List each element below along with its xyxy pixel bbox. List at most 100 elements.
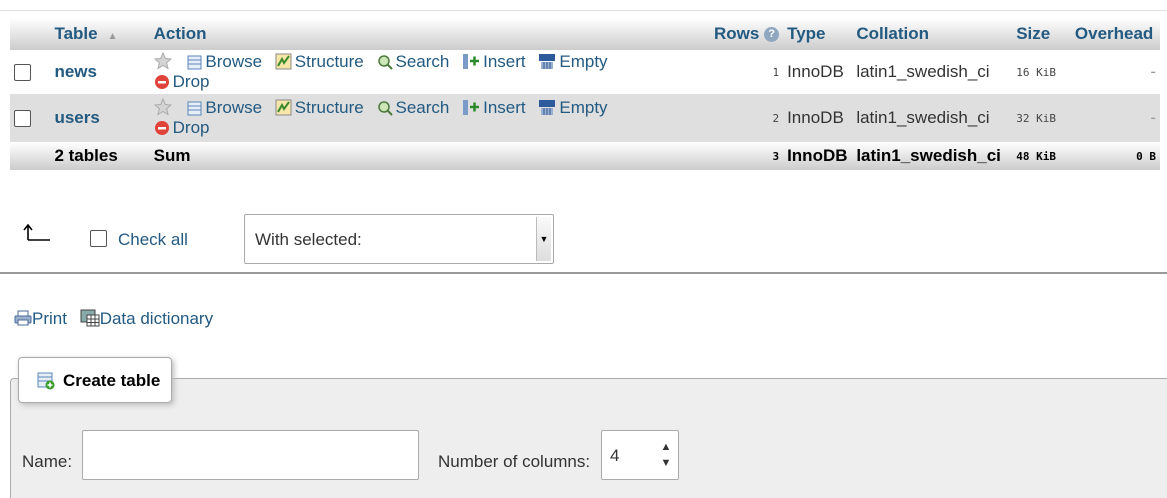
engine-type: InnoDB xyxy=(783,50,853,94)
structure-label[interactable]: Structure xyxy=(295,98,364,117)
header-type[interactable]: Type xyxy=(783,18,853,50)
summary-type: InnoDB xyxy=(783,142,853,170)
structure-action[interactable]: Structure xyxy=(275,98,364,117)
table-name-input[interactable] xyxy=(82,430,419,480)
data-dictionary-link[interactable]: Data dictionary xyxy=(80,309,213,328)
row-checkbox-cell xyxy=(10,94,51,142)
insert-action[interactable]: Insert xyxy=(462,98,526,117)
stepper-arrows[interactable]: ▲ ▼ xyxy=(658,431,674,479)
print-link[interactable]: Print xyxy=(14,309,72,328)
data-dictionary-label[interactable]: Data dictionary xyxy=(100,309,213,328)
data-dictionary-icon xyxy=(80,309,100,327)
row-checkbox-cell xyxy=(10,50,51,94)
chevron-down-icon[interactable]: ▼ xyxy=(536,217,551,261)
table-header-row: Table ▲ Action Rows ? Type Collation Size… xyxy=(10,18,1160,50)
collation: latin1_swedish_ci xyxy=(852,94,1013,142)
table-size[interactable]: 16 KiB xyxy=(1012,50,1071,94)
summary-label: Sum xyxy=(149,142,684,170)
overhead: - xyxy=(1070,94,1160,142)
insert-label[interactable]: Insert xyxy=(483,52,526,71)
sort-asc-icon[interactable]: ▲ xyxy=(108,31,118,42)
summary-row: 2 tables Sum 3 InnoDB latin1_swedish_ci … xyxy=(10,142,1160,170)
header-rows[interactable]: Rows ? xyxy=(683,18,784,50)
drop-action[interactable]: Drop xyxy=(154,118,210,137)
drop-icon xyxy=(154,75,169,89)
create-table-title: Create table xyxy=(63,371,161,390)
header-checkbox-col xyxy=(10,18,51,50)
summary-size: 48 KiB xyxy=(1012,142,1071,170)
drop-label[interactable]: Drop xyxy=(173,72,210,91)
search-label[interactable]: Search xyxy=(396,98,450,117)
search-icon xyxy=(377,55,393,70)
print-label[interactable]: Print xyxy=(32,309,67,328)
section-divider xyxy=(0,272,1167,274)
check-all-label[interactable]: Check all xyxy=(118,230,188,250)
browse-label[interactable]: Browse xyxy=(205,98,262,117)
stepper-down-icon[interactable]: ▼ xyxy=(658,457,674,469)
table-name-link[interactable]: users xyxy=(50,94,150,142)
summary-rows: 3 xyxy=(683,142,784,170)
insert-label[interactable]: Insert xyxy=(483,98,526,117)
engine-type: InnoDB xyxy=(783,94,853,142)
structure-action[interactable]: Structure xyxy=(275,52,364,71)
check-all-checkbox[interactable] xyxy=(90,230,107,247)
row-checkbox[interactable] xyxy=(14,110,31,128)
insert-icon xyxy=(463,54,480,69)
tables-list: Table ▲ Action Rows ? Type Collation Size… xyxy=(10,18,1160,170)
empty-action[interactable]: Empty xyxy=(538,98,608,117)
table-size[interactable]: 32 KiB xyxy=(1012,94,1071,142)
arrow-up-left-icon xyxy=(23,223,50,241)
table-name-link[interactable]: news xyxy=(50,50,150,94)
bulk-actions-row: Check all With selected: ▼ xyxy=(18,214,1167,268)
collation: latin1_swedish_ci xyxy=(852,50,1013,94)
drop-label[interactable]: Drop xyxy=(173,118,210,137)
table-row: users Browse Structure Search Insert Emp… xyxy=(10,94,1160,142)
name-label: Name: xyxy=(22,452,73,471)
summary-collation: latin1_swedish_ci xyxy=(852,142,1013,170)
search-label[interactable]: Search xyxy=(396,52,450,71)
insert-icon xyxy=(463,100,480,115)
insert-action[interactable]: Insert xyxy=(462,52,526,71)
row-actions: Browse Structure Search Insert Empty Dro… xyxy=(149,94,684,142)
browse-action[interactable]: Browse xyxy=(187,98,262,117)
header-overhead[interactable]: Overhead xyxy=(1070,18,1160,50)
drop-action[interactable]: Drop xyxy=(154,72,210,91)
header-collation[interactable]: Collation xyxy=(852,18,1013,50)
stepper-up-icon[interactable]: ▲ xyxy=(658,441,674,453)
structure-label[interactable]: Structure xyxy=(295,52,364,71)
browse-icon xyxy=(187,101,202,116)
summary-count: 2 tables xyxy=(50,142,150,170)
structure-icon xyxy=(275,99,292,116)
empty-action[interactable]: Empty xyxy=(538,52,608,71)
number-of-columns-stepper[interactable]: 4 ▲ ▼ xyxy=(601,430,679,480)
search-icon xyxy=(377,101,393,116)
empty-table-icon xyxy=(539,54,556,69)
search-action[interactable]: Search xyxy=(377,98,450,117)
empty-table-icon xyxy=(539,100,556,115)
structure-icon xyxy=(275,53,292,70)
favorite-star-icon[interactable] xyxy=(153,52,175,71)
browse-action[interactable]: Browse xyxy=(187,52,262,71)
help-icon[interactable]: ? xyxy=(764,27,780,43)
header-size[interactable]: Size xyxy=(1012,18,1071,50)
header-table-label[interactable]: Table xyxy=(54,24,97,43)
summary-overhead: 0 B xyxy=(1070,142,1160,170)
number-of-columns-value: 4 xyxy=(610,446,620,465)
empty-label[interactable]: Empty xyxy=(559,52,607,71)
browse-label[interactable]: Browse xyxy=(205,52,262,71)
search-action[interactable]: Search xyxy=(377,52,450,71)
row-checkbox[interactable] xyxy=(14,64,31,82)
with-selected-dropdown[interactable]: With selected: ▼ xyxy=(244,214,554,264)
drop-icon xyxy=(154,121,169,135)
empty-label[interactable]: Empty xyxy=(559,98,607,117)
create-table-icon xyxy=(37,372,55,390)
printer-icon xyxy=(14,310,32,326)
create-table-legend: Create table xyxy=(18,357,172,403)
with-selected-value: With selected: xyxy=(255,230,362,249)
page-links: Print Data dictionary xyxy=(14,309,221,329)
header-rows-label[interactable]: Rows xyxy=(714,24,759,43)
header-table[interactable]: Table ▲ xyxy=(50,18,150,50)
favorite-star-icon[interactable] xyxy=(153,98,175,117)
rows-count: 1 xyxy=(683,50,784,94)
rows-count: 2 xyxy=(683,94,784,142)
